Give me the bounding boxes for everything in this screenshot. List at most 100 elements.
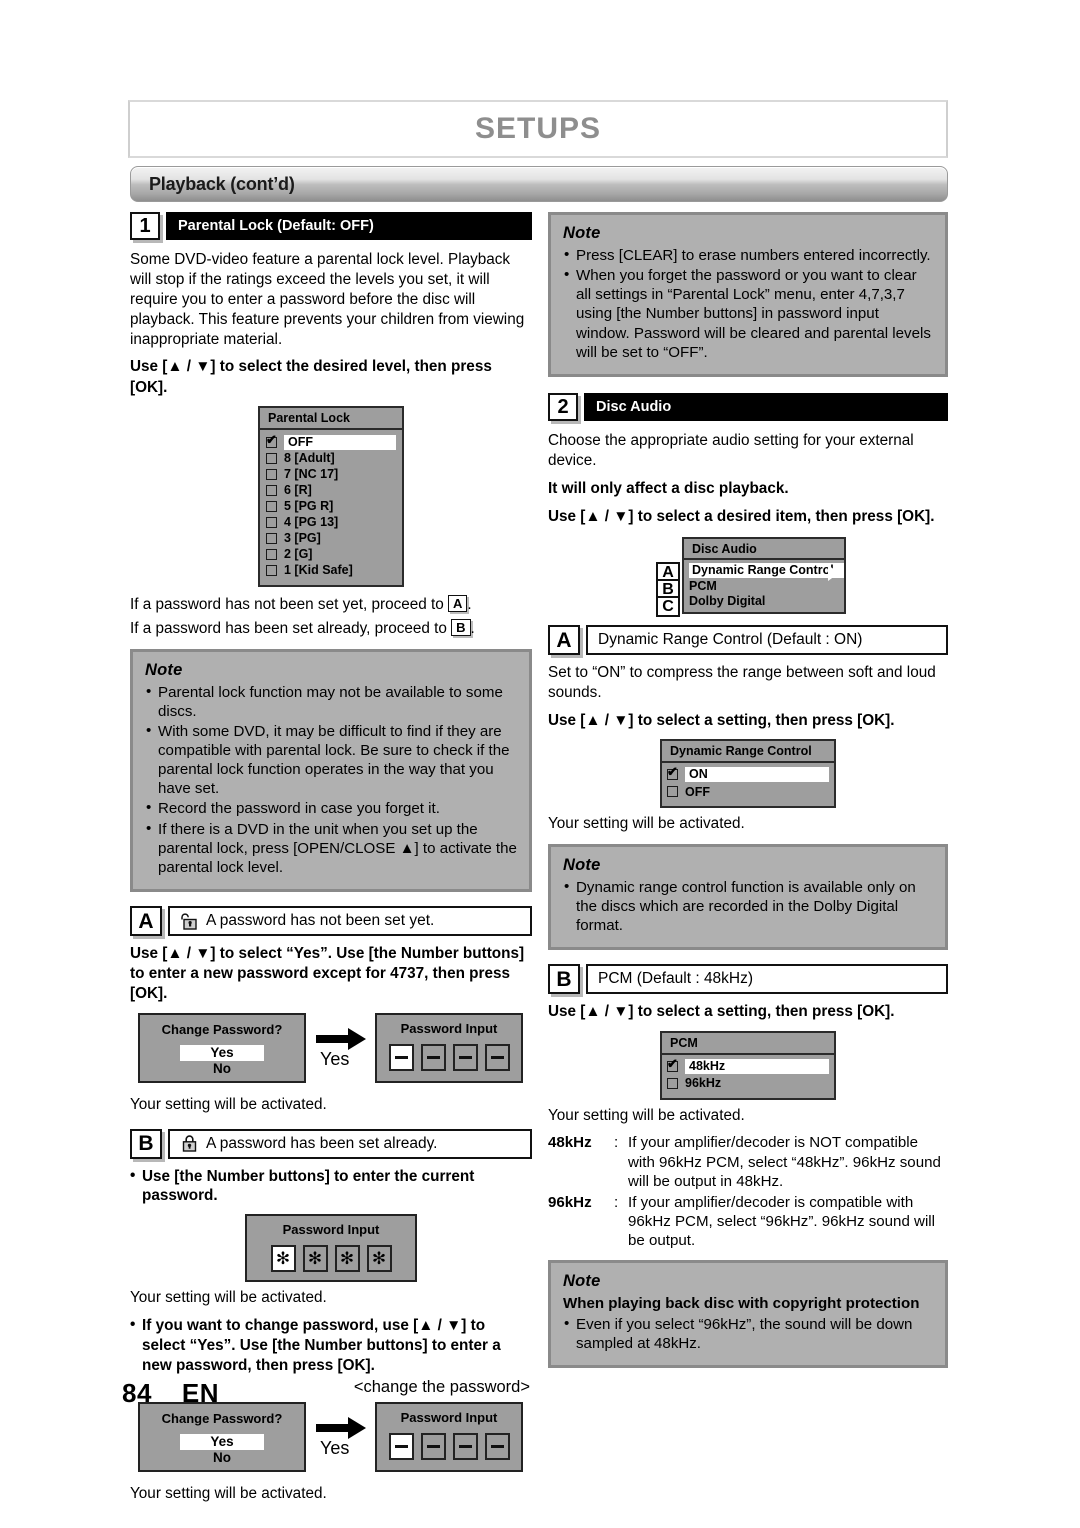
yes-option[interactable]: Yes (180, 1433, 264, 1450)
password-digit[interactable] (388, 1432, 414, 1460)
note-parental-lock: Note Parental lock function may not be a… (130, 648, 532, 893)
checkbox-icon (667, 1077, 678, 1089)
menu-item-label: 4 [PG 13] (284, 515, 339, 529)
password-digit[interactable] (484, 1043, 510, 1071)
password-digit[interactable] (388, 1043, 414, 1071)
section-title-text: Playback (cont’d) (149, 174, 295, 194)
section-1-heading: 1 Parental Lock (Default: OFF) (130, 212, 532, 240)
block-b-title-bar: A password has been set already. (168, 1128, 532, 1159)
definition-row: 48kHz : If your amplifier/decoder is NOT… (548, 1133, 948, 1190)
menu-item-label: 2 [G] (284, 547, 313, 561)
password-digit[interactable]: ✻ (270, 1245, 296, 1273)
chevron-right-icon (828, 565, 839, 582)
right-block-b-title: PCM (Default : 48kHz) (598, 970, 754, 988)
menu-item[interactable]: OFF (266, 433, 396, 450)
menu-item[interactable]: ON (667, 765, 829, 782)
right-block-a-title-bar: Dynamic Range Control (Default : ON) (586, 625, 948, 656)
menu-item[interactable]: 48kHz (667, 1057, 829, 1074)
drc-menu-body: ON OFF (662, 763, 834, 806)
password-digit[interactable] (420, 1043, 446, 1071)
disc-audio-bold-note: It will only affect a disc playback. (548, 479, 789, 497)
password-digit[interactable] (484, 1432, 510, 1460)
block-b-activated: Your setting will be activated. (130, 1289, 327, 1307)
block-a-instruction: Use [▲ / ▼] to select “Yes”. Use [the Nu… (130, 945, 525, 1003)
note-copyright: Note When playing back disc with copyrig… (548, 1260, 948, 1368)
menu-item-label: OFF (284, 434, 396, 450)
password-input-dialog: Password Input (375, 1401, 523, 1472)
note-item: Record the password in case you forget i… (145, 798, 517, 818)
disc-audio-instruction: Use [▲ / ▼] to select a desired item, th… (548, 507, 935, 525)
password-input-title: Password Input (400, 1409, 498, 1425)
right-block-a-title: Dynamic Range Control (Default : ON) (598, 631, 863, 649)
menu-item[interactable]: 4 [PG 13] (266, 515, 396, 530)
menu-item[interactable]: Dolby Digital (684, 593, 844, 608)
menu-item[interactable]: 6 [R] (266, 483, 396, 498)
menu-item[interactable]: 7 [NC 17] (266, 467, 396, 482)
parental-lock-menu-title: Parental Lock (260, 408, 402, 430)
checkbox-icon (667, 1057, 678, 1072)
disc-audio-letter-c: C (656, 596, 680, 618)
unlocked-padlock-icon (180, 912, 199, 930)
note-clear-password: Note Press [CLEAR] to erase numbers ente… (548, 212, 948, 377)
disc-audio-intro: Choose the appropriate audio setting for… (548, 431, 914, 469)
password-digit[interactable]: ✻ (366, 1245, 392, 1273)
password-digits: ✻ ✻ ✻ ✻ (247, 1245, 415, 1273)
menu-item[interactable]: Dynamic Range Control (684, 563, 844, 579)
password-digit[interactable]: ✻ (302, 1245, 328, 1273)
block-b-title: A password has been set already. (206, 1134, 438, 1152)
yes-option[interactable]: Yes (180, 1044, 264, 1061)
menu-item[interactable]: PCM (684, 578, 844, 593)
no-option[interactable]: No (140, 1450, 304, 1466)
menu-item[interactable]: 2 [G] (266, 547, 396, 562)
password-digit[interactable]: ✻ (334, 1245, 360, 1273)
flow-arrow-icon (316, 1027, 368, 1050)
definition-term: 48kHz (548, 1134, 592, 1152)
menu-item[interactable]: 3 [PG] (266, 531, 396, 546)
menu-item[interactable]: 96kHz (667, 1076, 829, 1091)
checkbox-icon (266, 433, 277, 448)
note-list: Press [CLEAR] to erase numbers entered i… (563, 245, 933, 362)
parental-lock-instruction: Use [▲ / ▼] to select the desired level,… (130, 358, 492, 396)
note-item: Parental lock function may not be availa… (145, 681, 517, 721)
pcm-activated: Your setting will be activated. (548, 1106, 745, 1124)
block-a-letter: A (130, 906, 162, 937)
menu-item-label: 6 [R] (284, 483, 312, 497)
password-input-title: Password Input (400, 1020, 498, 1036)
menu-item-label: Dolby Digital (689, 593, 766, 608)
proceed-to-b-line: If a password has been set already, proc… (130, 618, 532, 639)
menu-item-label: 96kHz (685, 1076, 722, 1091)
disc-audio-menu: Disc Audio Dynamic Range Control PCM Dol… (682, 537, 846, 615)
change-password-title: Change Password? (161, 1410, 283, 1426)
menu-item-label: 5 [PG R] (284, 499, 334, 513)
menu-item[interactable]: 8 [Adult] (266, 451, 396, 466)
proceed-b-period: . (470, 619, 475, 637)
pcm-definitions: 48kHz : If your amplifier/decoder is NOT… (548, 1133, 948, 1250)
flow-arrow-label: Yes (320, 1437, 350, 1458)
definition-term: 96kHz (548, 1193, 592, 1211)
no-option[interactable]: No (140, 1061, 304, 1077)
locked-padlock-icon (180, 1135, 199, 1152)
checkbox-icon (266, 516, 277, 528)
menu-item[interactable]: 1 [Kid Safe] (266, 563, 396, 578)
block-b-change-instruction: If you want to change password, use [▲ /… (130, 1315, 532, 1376)
password-input-dialog: Password Input (375, 1012, 523, 1083)
drc-menu: Dynamic Range Control ON OFF (660, 739, 836, 808)
menu-item[interactable]: 5 [PG R] (266, 499, 396, 514)
checkbox-icon (266, 564, 277, 576)
menu-item[interactable]: OFF (667, 784, 829, 799)
drc-body: Set to “ON” to compress the range betwee… (548, 664, 936, 701)
section-2-number: 2 (548, 392, 578, 421)
menu-item-label: ON (685, 767, 829, 782)
password-digit[interactable] (420, 1432, 446, 1460)
pcm-menu-title: PCM (662, 1033, 834, 1055)
password-input-title: Password Input (282, 1222, 380, 1238)
proceed-b-text: If a password has been set already, proc… (130, 619, 447, 637)
note-item: Press [CLEAR] to erase numbers entered i… (563, 245, 933, 265)
password-digit[interactable] (452, 1043, 478, 1071)
section-2-heading: 2 Disc Audio (548, 392, 948, 421)
manual-page: SETUPS Playback (cont’d) 1 Parental Lock… (0, 0, 1080, 1528)
parental-lock-intro: Some DVD-video feature a parental lock l… (130, 251, 525, 348)
block-a-title-bar: A password has not been set yet. (168, 906, 532, 937)
password-digit[interactable] (452, 1432, 478, 1460)
definition-text: If your amplifier/decoder is NOT compati… (628, 1134, 941, 1190)
